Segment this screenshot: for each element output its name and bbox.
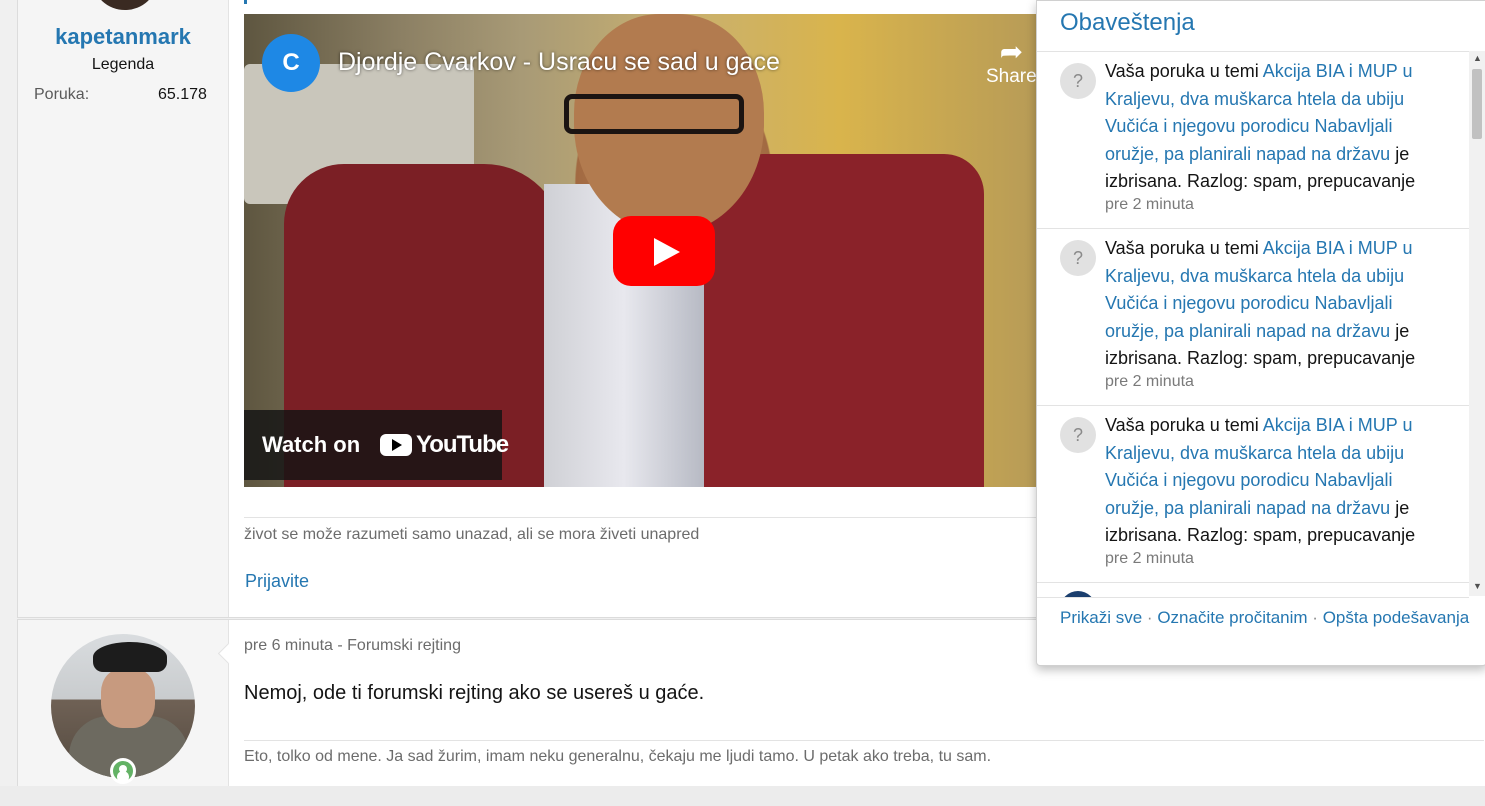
next-post-edge	[0, 786, 1485, 806]
notification-prefix: Vaša poruka u temi	[1105, 238, 1259, 258]
unknown-user-icon: ?	[1060, 63, 1096, 99]
avatar[interactable]	[93, 0, 157, 10]
youtube-wordmark: YouTube	[416, 431, 509, 458]
avatar-figure	[93, 642, 167, 672]
youtube-play-button[interactable]	[613, 216, 715, 286]
youtube-share-button[interactable]: ➦ Share	[986, 38, 1037, 88]
share-icon: ➦	[999, 36, 1024, 67]
avatar	[1060, 591, 1096, 597]
general-settings-link[interactable]: Opšta podešavanja	[1323, 608, 1470, 627]
notification-item[interactable]: ? Vaša poruka u temi Akcija BIA i MUP u …	[1037, 229, 1469, 406]
notification-text: Vaša poruka u temi Akcija BIA i MUP u Kr…	[1105, 235, 1450, 373]
notification-text: Vaša poruka u temi Akcija BIA i MUP u Kr…	[1105, 58, 1450, 196]
share-label: Share	[986, 66, 1037, 87]
scrollbar-thumb[interactable]	[1472, 69, 1482, 139]
scroll-down-icon[interactable]: ▼	[1473, 581, 1482, 591]
notification-item[interactable]: ? Vaša poruka u temi Akcija BIA i MUP u …	[1037, 52, 1469, 229]
notification-time: pre 2 minuta	[1105, 196, 1194, 213]
mark-read-link[interactable]: Označite pročitanim	[1157, 608, 1307, 627]
youtube-logo-icon	[380, 434, 412, 456]
message-count-label: Poruka:	[34, 86, 90, 103]
video-frame-figure	[564, 94, 744, 134]
youtube-video-title[interactable]: Djordje Cvarkov - Usracu se sad u gace	[338, 48, 780, 77]
notifications-footer: Prikaži sve · Označite pročitanim · Opšt…	[1060, 605, 1470, 630]
signature: život se može razumeti samo unazad, ali …	[244, 526, 700, 543]
unknown-user-icon: ?	[1060, 240, 1096, 276]
notification-text: Vaša poruka u temi Akcija BIA i MUP u Kr…	[1105, 412, 1450, 550]
forum-thread-page: kapetanmark Legenda Poruka: 65.178 C Djo…	[0, 0, 1485, 806]
notifications-title[interactable]: Obaveštenja	[1060, 9, 1195, 37]
footer-separator: ·	[1312, 608, 1318, 627]
notifications-scrollbar[interactable]: ▲ ▼	[1469, 51, 1485, 596]
avatar-figure	[101, 668, 155, 728]
signature: Eto, tolko od mene. Ja sad žurim, imam n…	[244, 748, 992, 765]
message-count-value: 65.178	[158, 86, 207, 103]
post-author-panel	[18, 620, 229, 786]
notification-prefix: Vaša poruka u temi	[1105, 61, 1259, 81]
watch-on-label: Watch on	[262, 432, 361, 457]
notifications-popup: Obaveštenja ? Vaša poruka u temi Akcija …	[1036, 0, 1485, 666]
report-link[interactable]: Prijavite	[245, 571, 309, 592]
youtube-channel-avatar[interactable]: C	[262, 34, 320, 92]
watch-on-youtube-button[interactable]: Watch on YouTube	[244, 410, 509, 480]
notifications-list: ? Vaša poruka u temi Akcija BIA i MUP u …	[1037, 51, 1469, 598]
avatar[interactable]	[51, 634, 195, 778]
quote-bar	[244, 0, 1041, 4]
youtube-embed[interactable]: C Djordje Cvarkov - Usracu se sad u gace…	[244, 14, 1038, 487]
post-author-panel: kapetanmark Legenda Poruka: 65.178	[18, 0, 229, 617]
signature-divider	[244, 740, 1484, 741]
show-all-link[interactable]: Prikaži sve	[1060, 608, 1142, 627]
notification-time: pre 2 minuta	[1105, 550, 1194, 567]
post-meta: pre 6 minuta - Forumski rejting	[244, 637, 461, 654]
footer-separator: ·	[1146, 608, 1153, 627]
scroll-up-icon[interactable]: ▲	[1473, 53, 1482, 63]
username-link[interactable]: kapetanmark	[18, 24, 228, 50]
unknown-user-icon: ?	[1060, 417, 1096, 453]
notification-item-partial[interactable]	[1037, 583, 1469, 597]
notification-item[interactable]: ? Vaša poruka u temi Akcija BIA i MUP u …	[1037, 406, 1469, 583]
notification-time: pre 2 minuta	[1105, 373, 1194, 390]
notification-prefix: Vaša poruka u temi	[1105, 415, 1259, 435]
post-body: Nemoj, ode ti forumski rejting ako se us…	[244, 682, 705, 704]
user-title: Legenda	[91, 56, 155, 73]
online-status-icon	[110, 758, 136, 784]
